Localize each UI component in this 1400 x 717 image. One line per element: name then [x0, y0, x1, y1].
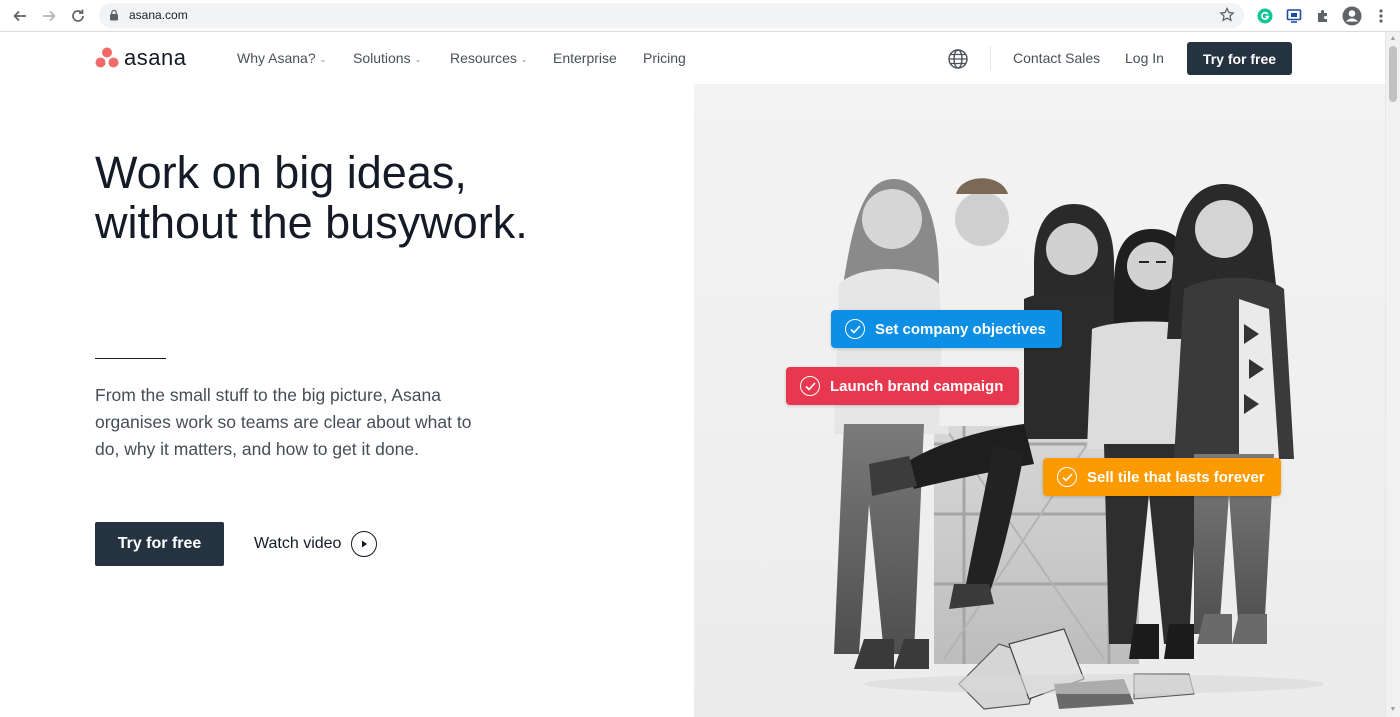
scrollbar-thumb[interactable] [1389, 46, 1397, 102]
browser-menu-button[interactable] [1370, 5, 1392, 27]
profile-button[interactable] [1341, 5, 1363, 27]
header-divider [990, 46, 991, 70]
chevron-down-icon: ⌄ [319, 54, 327, 64]
login-label: Log In [1125, 50, 1164, 66]
chevron-down-icon: ⌄ [520, 54, 528, 64]
check-circle-icon [800, 376, 820, 396]
logo-wordmark: asana [124, 45, 187, 70]
page-scrollbar[interactable]: ▲ ▼ [1385, 32, 1400, 717]
chevron-down-icon: ⌄ [414, 54, 422, 64]
hero-title: Work on big ideas, without the busywork. [95, 148, 655, 248]
forward-button[interactable] [38, 5, 60, 27]
extensions-button[interactable] [1312, 5, 1334, 27]
hero-title-line2: without the busywork. [95, 197, 528, 248]
url-text: asana.com [129, 8, 188, 22]
nav-pricing[interactable]: Pricing [643, 50, 686, 66]
arrow-right-icon [43, 10, 56, 22]
task-tag-set-objectives: Set company objectives [831, 310, 1062, 348]
task-tag-sell-tile: Sell tile that lasts forever [1043, 458, 1281, 496]
task-tag-label: Sell tile that lasts forever [1087, 468, 1265, 486]
contact-sales-label: Contact Sales [1013, 50, 1101, 66]
check-circle-icon [845, 319, 865, 339]
asana-dots-icon [95, 47, 119, 68]
nav-why-asana-label: Why Asana? [237, 50, 316, 66]
asana-logo[interactable]: asana [95, 45, 186, 71]
globe-icon[interactable] [947, 48, 969, 70]
browser-toolbar: asana.com [0, 0, 1400, 32]
header-try-free-button[interactable]: Try for free [1187, 42, 1292, 75]
reload-button[interactable] [67, 5, 89, 27]
task-tag-label: Set company objectives [875, 320, 1046, 338]
nav-resources-label: Resources [450, 50, 517, 66]
grammarly-icon [1257, 8, 1273, 24]
nav-why-asana[interactable]: Why Asana? ⌄ [237, 50, 326, 66]
hero-team-photo: Set company objectives Launch brand camp… [694, 84, 1385, 717]
hero-try-free-button[interactable]: Try for free [95, 522, 224, 566]
watch-video-button[interactable]: Watch video [254, 529, 378, 559]
hero-divider [95, 358, 166, 359]
nav-enterprise[interactable]: Enterprise [553, 50, 617, 66]
puzzle-icon [1318, 10, 1327, 22]
nav-resources[interactable]: Resources ⌄ [450, 50, 528, 66]
contact-sales-link[interactable]: Contact Sales [1013, 50, 1100, 66]
login-link[interactable]: Log In [1125, 50, 1164, 66]
play-icon [351, 531, 378, 557]
back-button[interactable] [9, 5, 31, 27]
scroll-up-icon[interactable]: ▲ [1389, 35, 1397, 43]
task-tag-label: Launch brand campaign [830, 377, 1004, 395]
task-tag-launch-campaign: Launch brand campaign [786, 367, 1020, 405]
screen-icon [1286, 9, 1302, 23]
watch-video-label: Watch video [254, 535, 342, 552]
nav-enterprise-label: Enterprise [553, 50, 617, 66]
reload-icon [72, 9, 84, 22]
star-icon[interactable] [1218, 6, 1236, 24]
hero-title-line1: Work on big ideas, [95, 147, 467, 198]
hero-description: From the small stuff to the big picture,… [95, 385, 472, 459]
arrow-left-icon [13, 10, 26, 22]
address-bar[interactable]: asana.com [99, 3, 1244, 28]
lock-icon [110, 9, 118, 21]
nav-solutions-label: Solutions [353, 50, 411, 66]
nav-pricing-label: Pricing [643, 50, 686, 66]
screen-extension[interactable] [1283, 5, 1305, 27]
scroll-down-icon[interactable]: ▼ [1389, 706, 1397, 714]
profile-icon [1342, 6, 1362, 26]
grammarly-extension[interactable] [1254, 5, 1276, 27]
more-vertical-icon [1379, 9, 1383, 23]
site-header: asana Why Asana? ⌄ Solutions ⌄ Resources… [0, 32, 1385, 84]
nav-solutions[interactable]: Solutions ⌄ [353, 50, 421, 66]
check-circle-icon [1057, 467, 1077, 487]
